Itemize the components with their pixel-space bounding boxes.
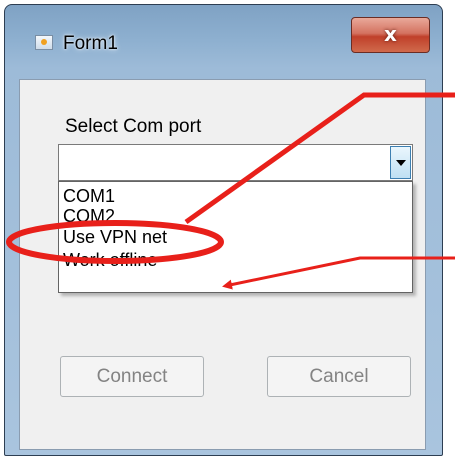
com-port-dropdown-list: COM1 COM2 Use VPN net Work offline: [58, 181, 413, 293]
chevron-down-icon[interactable]: [390, 146, 411, 179]
window-title: Form1: [63, 33, 118, 54]
option-com1[interactable]: COM1: [63, 186, 115, 206]
option-use-vpn-net[interactable]: Use VPN net: [63, 227, 167, 247]
form1-window: Form1 x Select Com port COM1 COM2 Use VP…: [4, 4, 443, 456]
title-bar[interactable]: Form1 x: [5, 5, 442, 87]
client-area: Select Com port COM1 COM2 Use VPN net Wo…: [19, 79, 426, 450]
connect-button[interactable]: Connect: [60, 356, 204, 397]
close-button[interactable]: x: [351, 17, 430, 53]
option-work-offline[interactable]: Work offline: [63, 250, 157, 270]
app-icon: [35, 35, 53, 50]
option-com2[interactable]: COM2: [63, 206, 115, 226]
select-com-port-label: Select Com port: [65, 116, 202, 137]
cancel-button[interactable]: Cancel: [267, 356, 411, 397]
com-port-combobox[interactable]: [58, 144, 413, 181]
